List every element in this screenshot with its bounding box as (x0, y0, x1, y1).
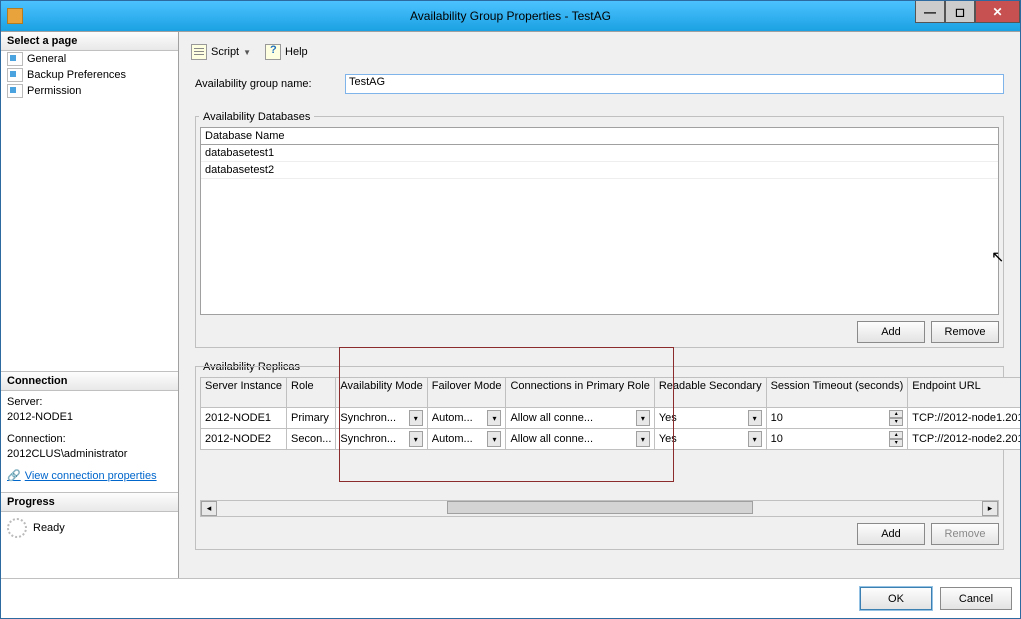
page-item-general[interactable]: General (1, 51, 178, 67)
page-icon (7, 84, 23, 98)
group-name-label: Availability group name: (195, 78, 335, 90)
replica-row[interactable]: 2012-NODE1 Primary Synchron...▾ Autom...… (201, 408, 1021, 429)
connection-header: Connection (1, 372, 178, 391)
script-label: Script (211, 46, 239, 58)
col-endpoint-url[interactable]: Endpoint URL (908, 378, 1021, 408)
chevron-down-icon[interactable]: ▾ (409, 410, 423, 426)
cell-endpoint-url[interactable]: TCP://2012-node1.2012clus.com (908, 408, 1021, 429)
cell-role: Secon... (287, 429, 336, 450)
database-row[interactable]: databasetest1 (201, 145, 998, 162)
select-page-header: Select a page (1, 32, 178, 51)
cell-session-timeout[interactable]: 10▴▾ (766, 429, 908, 450)
chevron-down-icon[interactable]: ▾ (487, 431, 501, 447)
database-row[interactable]: databasetest2 (201, 162, 998, 179)
chevron-down-icon[interactable]: ▾ (748, 431, 762, 447)
progress-header: Progress (1, 493, 178, 512)
cell-session-timeout[interactable]: 10▴▾ (766, 408, 908, 429)
cell-availability-mode[interactable]: Synchron...▾ (336, 408, 427, 429)
cell-server: 2012-NODE1 (201, 408, 287, 429)
link-text: View connection properties (25, 469, 157, 484)
database-list[interactable]: databasetest1 databasetest2 (200, 145, 999, 315)
cell-availability-mode[interactable]: Synchron...▾ (336, 429, 427, 450)
titlebar[interactable]: Availability Group Properties - TestAG —… (1, 1, 1020, 31)
cell-server: 2012-NODE2 (201, 429, 287, 450)
replicas-remove-button[interactable]: Remove (931, 523, 999, 545)
chevron-down-icon[interactable]: ▾ (748, 410, 762, 426)
link-icon: 🔗 (7, 469, 21, 484)
databases-remove-button[interactable]: Remove (931, 321, 999, 343)
help-icon (265, 44, 281, 60)
col-connections-primary[interactable]: Connections in Primary Role (506, 378, 654, 408)
group-name-value: TestAG (349, 76, 385, 88)
chevron-down-icon[interactable]: ▾ (636, 410, 650, 426)
content-pane: Script ▼ Help Availability group name: T… (179, 32, 1020, 578)
progress-status: Ready (33, 522, 65, 534)
server-value: 2012-NODE1 (7, 410, 172, 425)
col-failover-mode[interactable]: Failover Mode (427, 378, 506, 408)
cell-readable-secondary[interactable]: Yes▾ (654, 429, 766, 450)
cell-failover-mode[interactable]: Autom...▾ (427, 408, 506, 429)
scroll-track[interactable] (217, 501, 982, 516)
replicas-add-button[interactable]: Add (857, 523, 925, 545)
cell-connections-primary[interactable]: Allow all conne...▾ (506, 429, 654, 450)
server-label: Server: (7, 395, 172, 410)
col-readable-secondary[interactable]: Readable Secondary (654, 378, 766, 408)
ok-button[interactable]: OK (860, 587, 932, 610)
script-button[interactable]: Script ▼ (187, 42, 255, 62)
window-title: Availability Group Properties - TestAG (1, 9, 1020, 23)
col-role[interactable]: Role (287, 378, 336, 408)
cell-failover-mode[interactable]: Autom...▾ (427, 429, 506, 450)
page-item-permission[interactable]: Permission (1, 83, 178, 99)
scroll-right-button[interactable]: ▸ (982, 501, 998, 516)
availability-databases-title: Availability Databases (199, 111, 314, 123)
page-label: Permission (27, 85, 81, 97)
cell-connections-primary[interactable]: Allow all conne...▾ (506, 408, 654, 429)
connection-value: 2012CLUS\administrator (7, 447, 172, 462)
page-label: General (27, 53, 66, 65)
col-server-instance[interactable]: Server Instance (201, 378, 287, 408)
scroll-thumb[interactable] (447, 501, 753, 514)
cell-readable-secondary[interactable]: Yes▾ (654, 408, 766, 429)
chevron-down-icon[interactable]: ▼ (243, 48, 251, 57)
cell-role: Primary (287, 408, 336, 429)
script-icon (191, 44, 207, 60)
progress-spinner-icon (7, 518, 27, 538)
chevron-down-icon[interactable]: ▾ (636, 431, 650, 447)
horizontal-scrollbar[interactable]: ◂ ▸ (200, 500, 999, 517)
chevron-down-icon[interactable]: ▾ (409, 431, 423, 447)
connection-label: Connection: (7, 432, 172, 447)
sidebar: Select a page General Backup Preferences… (1, 32, 179, 578)
help-label: Help (285, 46, 308, 58)
page-icon (7, 68, 23, 82)
databases-add-button[interactable]: Add (857, 321, 925, 343)
view-connection-properties-link[interactable]: 🔗 View connection properties (7, 469, 172, 484)
page-item-backup-preferences[interactable]: Backup Preferences (1, 67, 178, 83)
page-icon (7, 52, 23, 66)
replicas-table: Server Instance Role Availability Mode F… (200, 377, 1021, 450)
cell-endpoint-url[interactable]: TCP://2012-node2.2012clus.com (908, 429, 1021, 450)
col-session-timeout[interactable]: Session Timeout (seconds) (766, 378, 908, 408)
spinner-arrows[interactable]: ▴▾ (889, 431, 903, 447)
cancel-button[interactable]: Cancel (940, 587, 1012, 610)
replica-row[interactable]: 2012-NODE2 Secon... Synchron...▾ Autom..… (201, 429, 1021, 450)
col-availability-mode[interactable]: Availability Mode (336, 378, 427, 408)
database-name-header: Database Name (200, 127, 999, 145)
page-label: Backup Preferences (27, 69, 126, 81)
help-button[interactable]: Help (261, 42, 312, 62)
scroll-left-button[interactable]: ◂ (201, 501, 217, 516)
group-name-input[interactable]: TestAG (345, 74, 1004, 94)
chevron-down-icon[interactable]: ▾ (487, 410, 501, 426)
spinner-arrows[interactable]: ▴▾ (889, 410, 903, 426)
dialog-footer: OK Cancel (1, 578, 1020, 618)
dialog-window: Availability Group Properties - TestAG —… (0, 0, 1021, 619)
